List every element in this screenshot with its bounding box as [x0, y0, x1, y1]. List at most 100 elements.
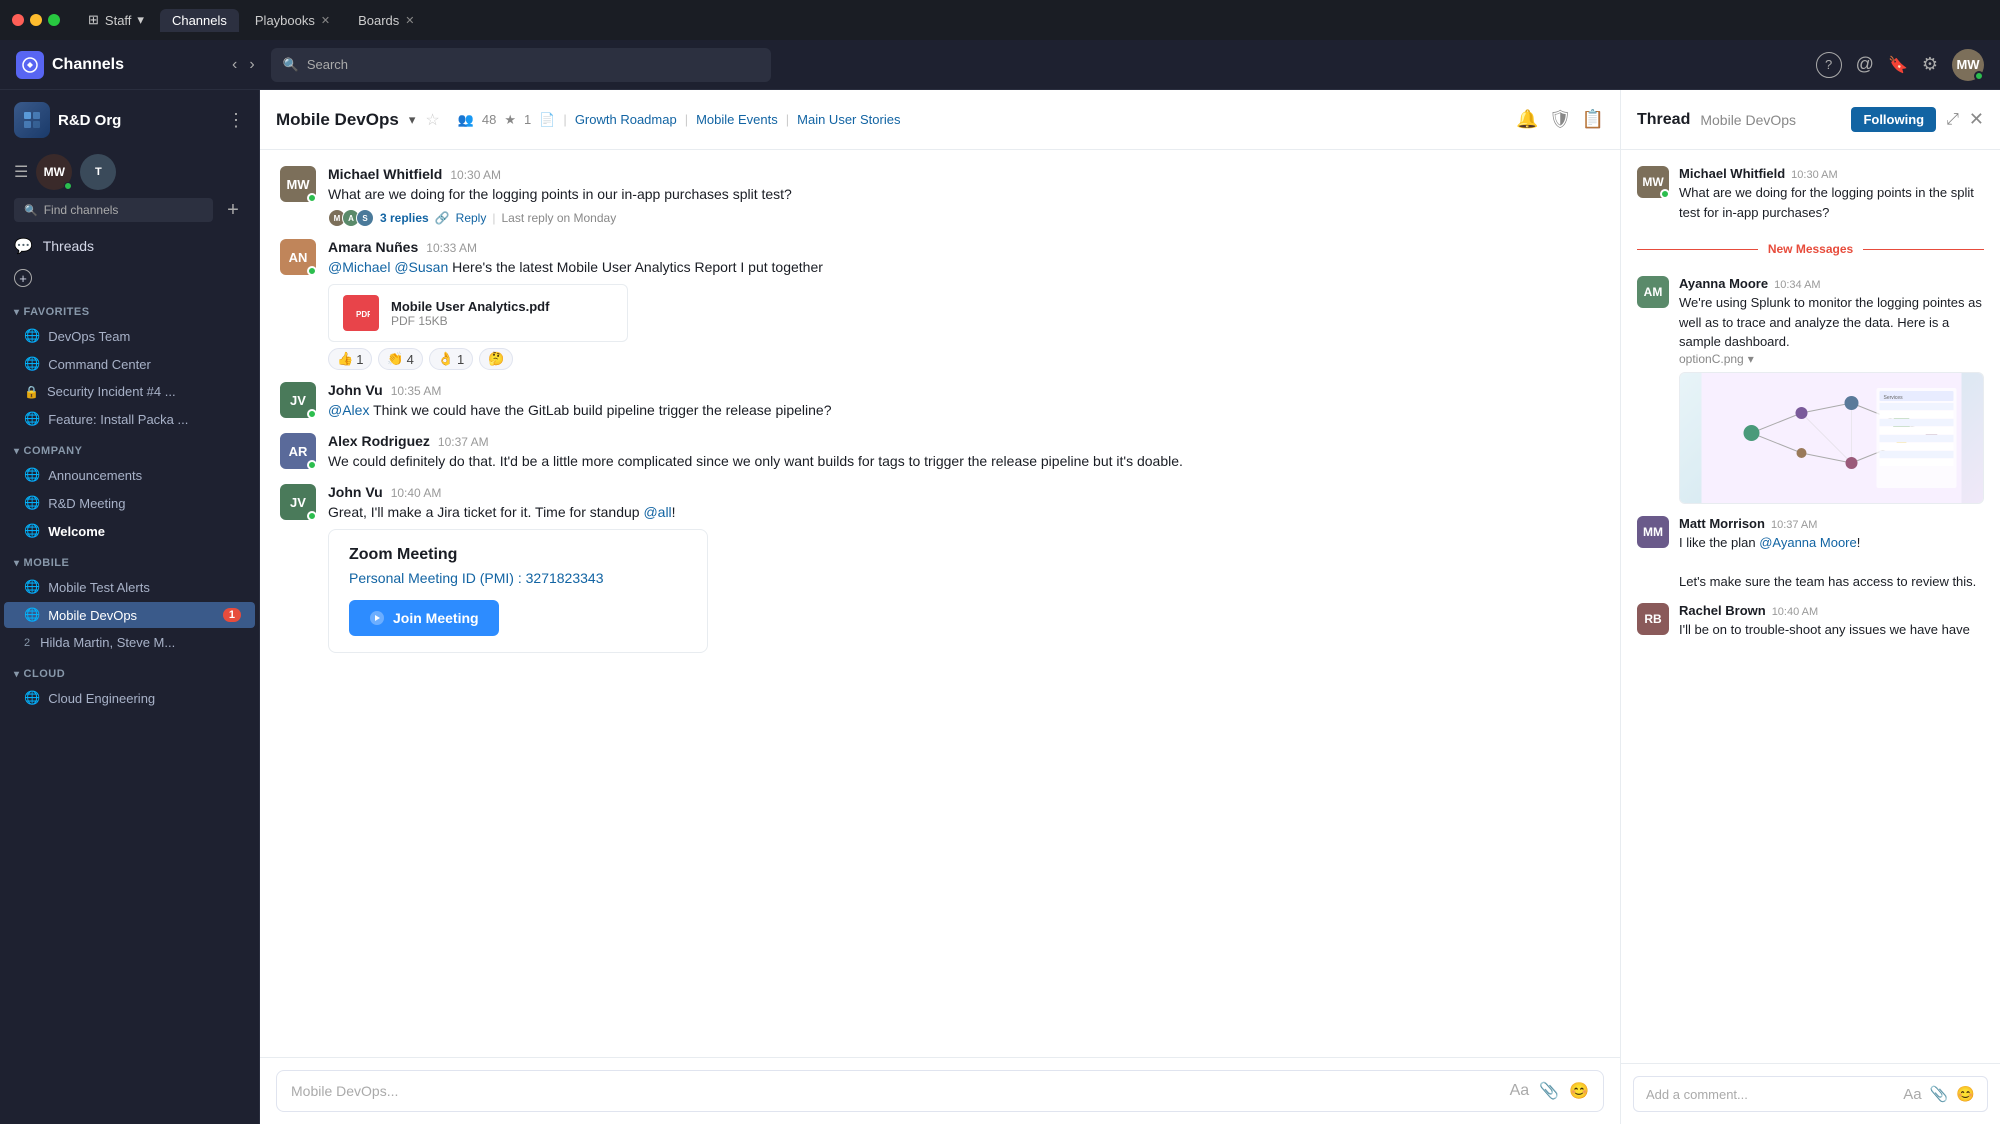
sidebar-item-command-center[interactable]: 🌐 Command Center: [4, 351, 255, 377]
back-button[interactable]: ‹: [228, 54, 241, 76]
sidebar-item-welcome[interactable]: 🌐 Welcome: [4, 518, 255, 544]
sidebar-item-announcements[interactable]: 🌐 Announcements: [4, 462, 255, 488]
mobile-section[interactable]: ▾ MOBILE: [0, 545, 259, 573]
emoji-icon[interactable]: 😊: [1569, 1081, 1589, 1101]
sidebar-item-security-incident[interactable]: 🔒 Security Incident #4 ...: [4, 379, 255, 404]
online-dot: [307, 511, 317, 521]
user-small-avatar[interactable]: MW: [36, 154, 72, 190]
maximize-window-button[interactable]: [48, 14, 60, 26]
file-attachment[interactable]: PDF Mobile User Analytics.pdf PDF 15KB: [328, 284, 628, 342]
notes-icon[interactable]: 📋: [1582, 109, 1604, 130]
text-format-icon[interactable]: Aa: [1510, 1082, 1530, 1100]
mute-icon[interactable]: 🔔: [1516, 109, 1538, 130]
thread-emoji-icon[interactable]: 😊: [1956, 1085, 1975, 1103]
sidebar-item-dm-hilda[interactable]: 2 Hilda Martin, Steve M...: [4, 630, 255, 655]
globe-icon: 🌐: [24, 411, 40, 427]
nav-right-icons: ? @ 🔖 ⚙ MW: [1816, 49, 1984, 81]
tab-boards[interactable]: Boards ✕: [346, 9, 426, 32]
cloud-section[interactable]: ▾ CLOUD: [0, 656, 259, 684]
join-meeting-button[interactable]: Join Meeting: [349, 600, 499, 636]
tab-staff[interactable]: ⊞ Staff ▾: [76, 8, 156, 32]
thread-avatar-rachel: RB: [1637, 603, 1669, 635]
search-icon-small: 🔍: [24, 204, 38, 217]
msg-time-5: 10:40 AM: [391, 486, 442, 500]
reply-info-1[interactable]: M A S 3 replies 🔗 Reply | Last reply on …: [328, 209, 1600, 227]
sidebar-item-rd-meeting[interactable]: 🌐 R&D Meeting: [4, 490, 255, 516]
thread-input-placeholder[interactable]: Add a comment...: [1646, 1087, 1895, 1102]
sidebar-item-mobile-test-alerts[interactable]: 🌐 Mobile Test Alerts: [4, 574, 255, 600]
settings-icon[interactable]: ⚙: [1922, 54, 1938, 75]
tab-close-playbooks[interactable]: ✕: [321, 14, 330, 27]
mention-ayanna[interactable]: @Ayanna Moore: [1759, 535, 1857, 550]
add-channel-button[interactable]: +: [221, 198, 245, 222]
tab-playbooks[interactable]: Playbooks ✕: [243, 9, 342, 32]
mention-alex[interactable]: @Alex: [328, 402, 369, 418]
search-bar[interactable]: 🔍 Search: [271, 48, 771, 82]
traffic-lights[interactable]: [12, 14, 60, 26]
msg-text-5: Great, I'll make a Jira ticket for it. T…: [328, 502, 1600, 523]
sidebar-menu-icon[interactable]: ⋮: [227, 110, 245, 131]
message-input-placeholder[interactable]: Mobile DevOps...: [291, 1083, 1500, 1099]
team-avatar[interactable]: T: [80, 154, 116, 190]
reaction-thinking[interactable]: 🤔: [479, 348, 513, 370]
sidebar-item-cloud-engineering[interactable]: 🌐 Cloud Engineering: [4, 685, 255, 711]
link-main-user-stories[interactable]: Main User Stories: [797, 112, 900, 127]
user-status-dot: [1974, 71, 1984, 81]
dm-number: 2: [24, 637, 30, 649]
mention-michael[interactable]: @Michael: [328, 259, 390, 275]
image-filename-dropdown[interactable]: optionC.png ▾: [1679, 352, 1984, 366]
thread-attachment-icon[interactable]: 📎: [1930, 1085, 1949, 1103]
mention-all[interactable]: @all: [643, 504, 671, 520]
forward-button[interactable]: ›: [245, 54, 258, 76]
tab-close-boards[interactable]: ✕: [405, 14, 414, 27]
sidebar-filter-icon[interactable]: ☰: [14, 162, 28, 182]
find-channels-input[interactable]: 🔍 Find channels: [14, 198, 213, 222]
msg-author-1: Michael Whitfield: [328, 166, 442, 182]
thread-reply-2-author: Matt Morrison: [1679, 516, 1765, 531]
bookmark-icon[interactable]: 🔖: [1888, 55, 1908, 75]
mention-susan[interactable]: @Susan: [394, 259, 448, 275]
attachment-icon[interactable]: 📎: [1539, 1081, 1559, 1101]
msg-body-2: Amara Nuñes 10:33 AM @Michael @Susan Her…: [328, 239, 1600, 370]
messages-list: MW Michael Whitfield 10:30 AM What are w…: [260, 150, 1620, 1057]
reaction-clap[interactable]: 👏4: [378, 348, 422, 370]
mention-icon[interactable]: @: [1856, 54, 1874, 75]
sidebar-item-devops-team[interactable]: 🌐 DevOps Team: [4, 323, 255, 349]
channel-area: Mobile DevOps ▾ ☆ 👥 48 ★ 1 📄 | Growth Ro…: [260, 90, 1620, 1124]
reply-count[interactable]: 3 replies: [380, 211, 429, 225]
reaction-thumbsup[interactable]: 👍1: [328, 348, 372, 370]
expand-icon[interactable]: ⤢: [1946, 111, 1959, 129]
link-growth-roadmap[interactable]: Growth Roadmap: [575, 112, 677, 127]
help-icon[interactable]: ?: [1816, 52, 1842, 78]
favorites-section[interactable]: ▾ FAVORITES: [0, 294, 259, 322]
minimize-window-button[interactable]: [30, 14, 42, 26]
close-window-button[interactable]: [12, 14, 24, 26]
nav-arrows: ‹ ›: [228, 54, 259, 76]
thread-reply-2-text: I like the plan @Ayanna Moore! Let's mak…: [1679, 533, 1984, 592]
workspace-name: Channels: [52, 56, 124, 74]
link-mobile-events[interactable]: Mobile Events: [696, 112, 778, 127]
channel-star-icon[interactable]: ☆: [425, 110, 439, 130]
sidebar-item-mobile-devops[interactable]: 🌐 Mobile DevOps 1: [4, 602, 255, 628]
zoom-meeting-card: Zoom Meeting Personal Meeting ID (PMI) :…: [328, 529, 708, 653]
channel-chevron-icon[interactable]: ▾: [409, 112, 416, 128]
globe-icon: 🌐: [24, 690, 40, 706]
thread-text-format-icon[interactable]: Aa: [1903, 1086, 1921, 1103]
user-avatar-wrap[interactable]: MW: [1952, 49, 1984, 81]
reaction-ok[interactable]: 👌1: [429, 348, 473, 370]
reply-action[interactable]: Reply: [456, 211, 487, 225]
thread-comment-input[interactable]: Add a comment... Aa 📎 😊: [1633, 1076, 1988, 1112]
sidebar-threads[interactable]: 💬 Threads: [0, 230, 259, 262]
message-input[interactable]: Mobile DevOps... Aa 📎 😊: [276, 1070, 1604, 1112]
sidebar-new-item[interactable]: +: [0, 262, 259, 294]
tab-channels[interactable]: Channels: [160, 9, 239, 32]
company-section[interactable]: ▾ COMPANY: [0, 433, 259, 461]
following-button[interactable]: Following: [1851, 107, 1936, 132]
thread-reply-3: RB Rachel Brown 10:40 AM I'll be on to t…: [1637, 603, 1984, 640]
message-input-area: Mobile DevOps... Aa 📎 😊: [260, 1057, 1620, 1124]
thread-reply-3-author: Rachel Brown: [1679, 603, 1766, 618]
shield-icon[interactable]: 🛡: [1549, 109, 1572, 130]
close-thread-icon[interactable]: ✕: [1969, 109, 1984, 130]
sidebar-item-feature-install[interactable]: 🌐 Feature: Install Packa ...: [4, 406, 255, 432]
zoom-pmi-number[interactable]: 3271823343: [526, 570, 604, 586]
